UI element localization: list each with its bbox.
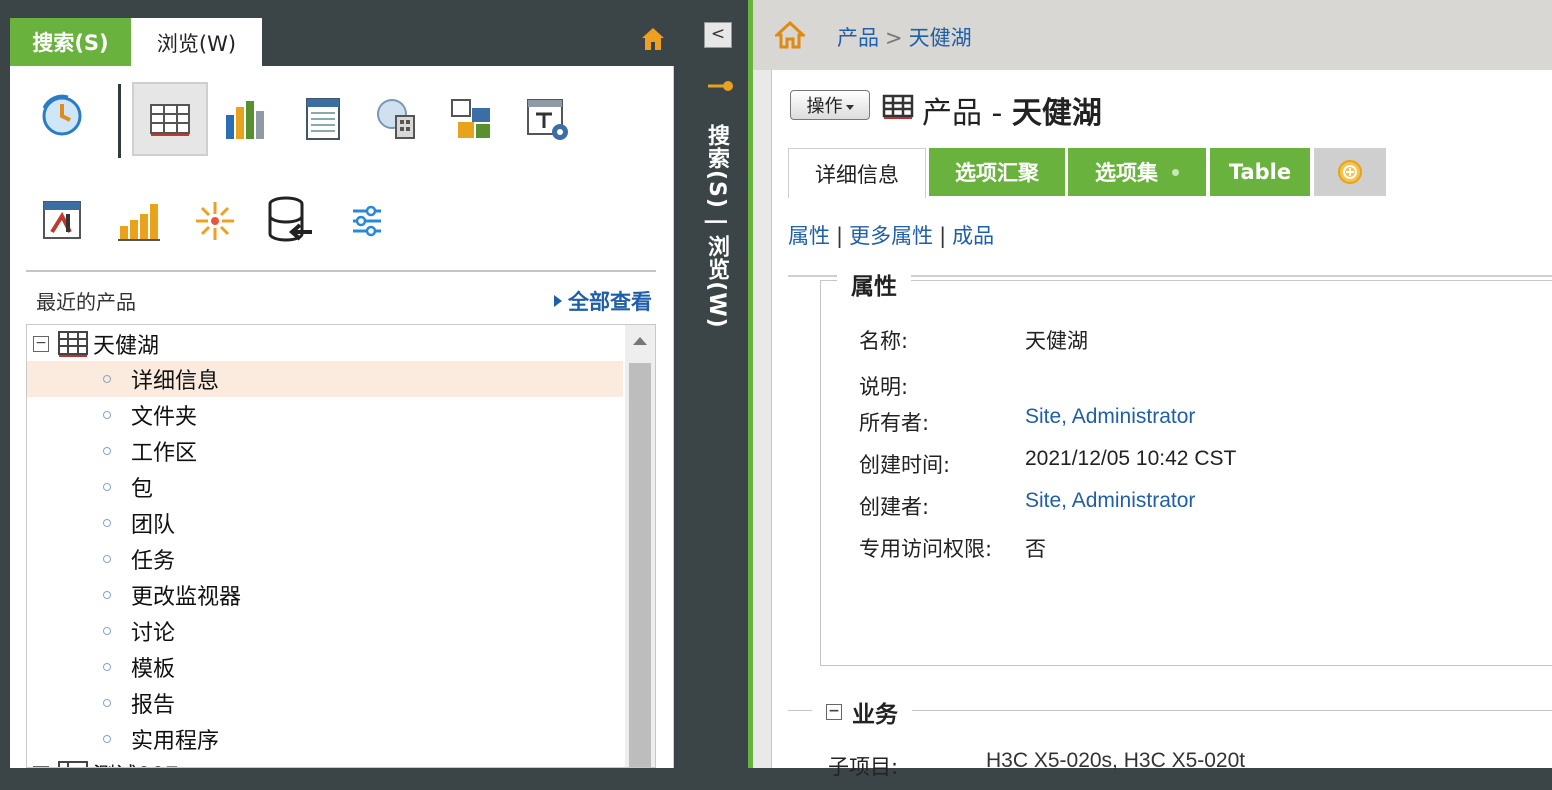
bullet-icon: [103, 627, 111, 635]
label-description: 说明:: [859, 375, 909, 399]
link-attributes[interactable]: 属性: [788, 224, 830, 248]
value-private-access: 否: [1025, 538, 1046, 561]
tree-root-node-next[interactable]: − 测试007: [33, 757, 179, 767]
label-name: 名称:: [859, 329, 909, 353]
tree-item-workspace[interactable]: 工作区: [27, 433, 623, 469]
report-settings-icon[interactable]: [522, 94, 572, 144]
tab-browse[interactable]: 浏览(W): [131, 18, 262, 68]
tree-root-node[interactable]: − 天健湖: [33, 327, 159, 361]
tools-report-icon[interactable]: [38, 196, 88, 246]
arrow-right-icon: [554, 295, 562, 307]
bullet-icon: [103, 591, 111, 599]
toolbar-divider: [118, 84, 121, 158]
scroll-thumb[interactable]: [629, 363, 651, 767]
view-all-link[interactable]: 全部查看: [554, 286, 652, 316]
tab-option-set[interactable]: 选项集: [1068, 148, 1206, 196]
tree-item-tasks[interactable]: 任务: [27, 541, 623, 577]
bullet-icon: [103, 555, 111, 563]
vertical-nav-label[interactable]: 搜索(S) | 浏览(W): [700, 124, 732, 329]
business-panel: − 业务 子项目: H3C X5-020s, H3C X5-020t: [788, 695, 1552, 790]
tree-item-folder[interactable]: 文件夹: [27, 397, 623, 433]
link-end-items[interactable]: 成品: [952, 224, 994, 248]
bullet-icon: [103, 735, 111, 743]
page-title: 产品 - 天健湖: [922, 96, 1102, 131]
recent-products-tree: − 天健湖 详细信息 文件夹 工作区 包 团队 任务 更改监视器 讨论 模板 报…: [26, 324, 656, 768]
value-subitems: H3C X5-020s, H3C X5-020t: [986, 749, 1246, 772]
add-tab-button[interactable]: [1314, 148, 1386, 196]
tree-item-change-monitor[interactable]: 更改监视器: [27, 577, 623, 613]
tab-options-summary[interactable]: 选项汇聚: [929, 148, 1065, 196]
bullet-icon: [103, 447, 111, 455]
business-legend[interactable]: − 业务: [812, 695, 912, 729]
scroll-up-icon[interactable]: [633, 337, 647, 345]
bullet-icon: [103, 699, 111, 707]
filter-sliders-icon[interactable]: [342, 196, 392, 246]
value-owner[interactable]: Site, Administrator: [1025, 405, 1195, 429]
bullet-icon: [103, 663, 111, 671]
bar-chart-icon[interactable]: [220, 94, 270, 144]
top-bar: 产品 > 天健湖: [753, 0, 1552, 70]
pin-icon[interactable]: [706, 78, 736, 94]
product-icon: [882, 94, 914, 119]
tab-table[interactable]: Table: [1210, 148, 1310, 196]
actions-menu-button[interactable]: 操作: [790, 90, 870, 120]
database-import-icon[interactable]: [264, 194, 314, 244]
tree-item-report[interactable]: 报告: [27, 685, 623, 721]
tree-item-details[interactable]: 详细信息: [27, 361, 623, 397]
details-page: 操作 产品 - 天健湖 详细信息 选项汇聚 选项集 Table 属性 | 更多属性 |…: [771, 70, 1552, 779]
sparkle-icon[interactable]: [190, 196, 240, 246]
collapse-icon[interactable]: −: [826, 704, 842, 720]
tab-search[interactable]: 搜索(S): [10, 18, 131, 66]
tree-item-utilities[interactable]: 实用程序: [27, 721, 623, 757]
product-list-icon[interactable]: [132, 82, 208, 156]
factory-chart-icon[interactable]: [114, 196, 164, 246]
collapse-icon[interactable]: −: [33, 336, 49, 352]
bullet-icon: [103, 483, 111, 491]
details-tabs: 详细信息 选项汇聚 选项集 Table: [788, 148, 1552, 277]
document-grid-icon[interactable]: [298, 94, 348, 144]
main-content-area: 产品 > 天健湖 操作 产品 - 天健湖 详细信息 选项汇聚 选项集 Table 属…: [753, 0, 1552, 779]
add-circle-icon: [1338, 160, 1362, 184]
bullet-icon: [103, 375, 111, 383]
label-owner: 所有者:: [859, 411, 930, 435]
breadcrumb-parent[interactable]: 产品: [837, 26, 879, 50]
product-icon: [58, 761, 88, 767]
label-private-access: 专用访问权限:: [859, 537, 993, 561]
chevron-down-icon: [845, 104, 854, 110]
label-subitems: 子项目:: [828, 755, 899, 779]
navigator-collapsed-strip: < 搜索(S) | 浏览(W): [676, 0, 752, 768]
collapse-navigator-button[interactable]: <: [704, 22, 732, 48]
attributes-panel: 属性 名称: 天健湖 说明: 所有者: Site, Administrator …: [820, 267, 1552, 666]
tree-item-package[interactable]: 包: [27, 469, 623, 505]
bullet-icon: [103, 411, 111, 419]
value-name: 天健湖: [1025, 330, 1088, 353]
home-icon[interactable]: [640, 26, 666, 52]
label-creator: 创建者:: [859, 495, 930, 519]
dropdown-dot-icon[interactable]: [1172, 168, 1179, 176]
value-creator[interactable]: Site, Administrator: [1025, 489, 1195, 513]
home-icon[interactable]: [775, 20, 805, 50]
tree-item-template[interactable]: 模板: [27, 649, 623, 685]
value-created-time: 2021/12/05 10:42 CST: [1025, 447, 1237, 470]
recent-products-title: 最近的产品: [36, 290, 136, 314]
navigator-panel: 搜索(S) 浏览(W) 最近的产品 全部查看 − 天健湖 详细信息 文件夹 工作…: [0, 0, 676, 768]
tab-details[interactable]: 详细信息: [788, 148, 926, 198]
bullet-icon: [103, 519, 111, 527]
tree-item-discussion[interactable]: 讨论: [27, 613, 623, 649]
breadcrumb: 产品 > 天健湖: [837, 26, 972, 50]
browse-panel: 最近的产品 全部查看 − 天健湖 详细信息 文件夹 工作区 包 团队 任务 更改…: [10, 66, 674, 768]
recent-clock-icon[interactable]: [36, 90, 86, 140]
link-more-attributes[interactable]: 更多属性: [849, 224, 933, 248]
breadcrumb-current: 天健湖: [908, 26, 972, 50]
section-links: 属性 | 更多属性 | 成品: [788, 224, 995, 248]
globe-building-icon[interactable]: [372, 94, 422, 144]
recent-products-header: 最近的产品 全部查看: [26, 270, 656, 326]
components-icon[interactable]: [446, 94, 496, 144]
product-icon: [58, 331, 88, 357]
tree-scrollbar[interactable]: [625, 325, 655, 767]
tree-item-team[interactable]: 团队: [27, 505, 623, 541]
label-created-time: 创建时间:: [859, 453, 951, 477]
attributes-legend: 属性: [837, 267, 911, 301]
